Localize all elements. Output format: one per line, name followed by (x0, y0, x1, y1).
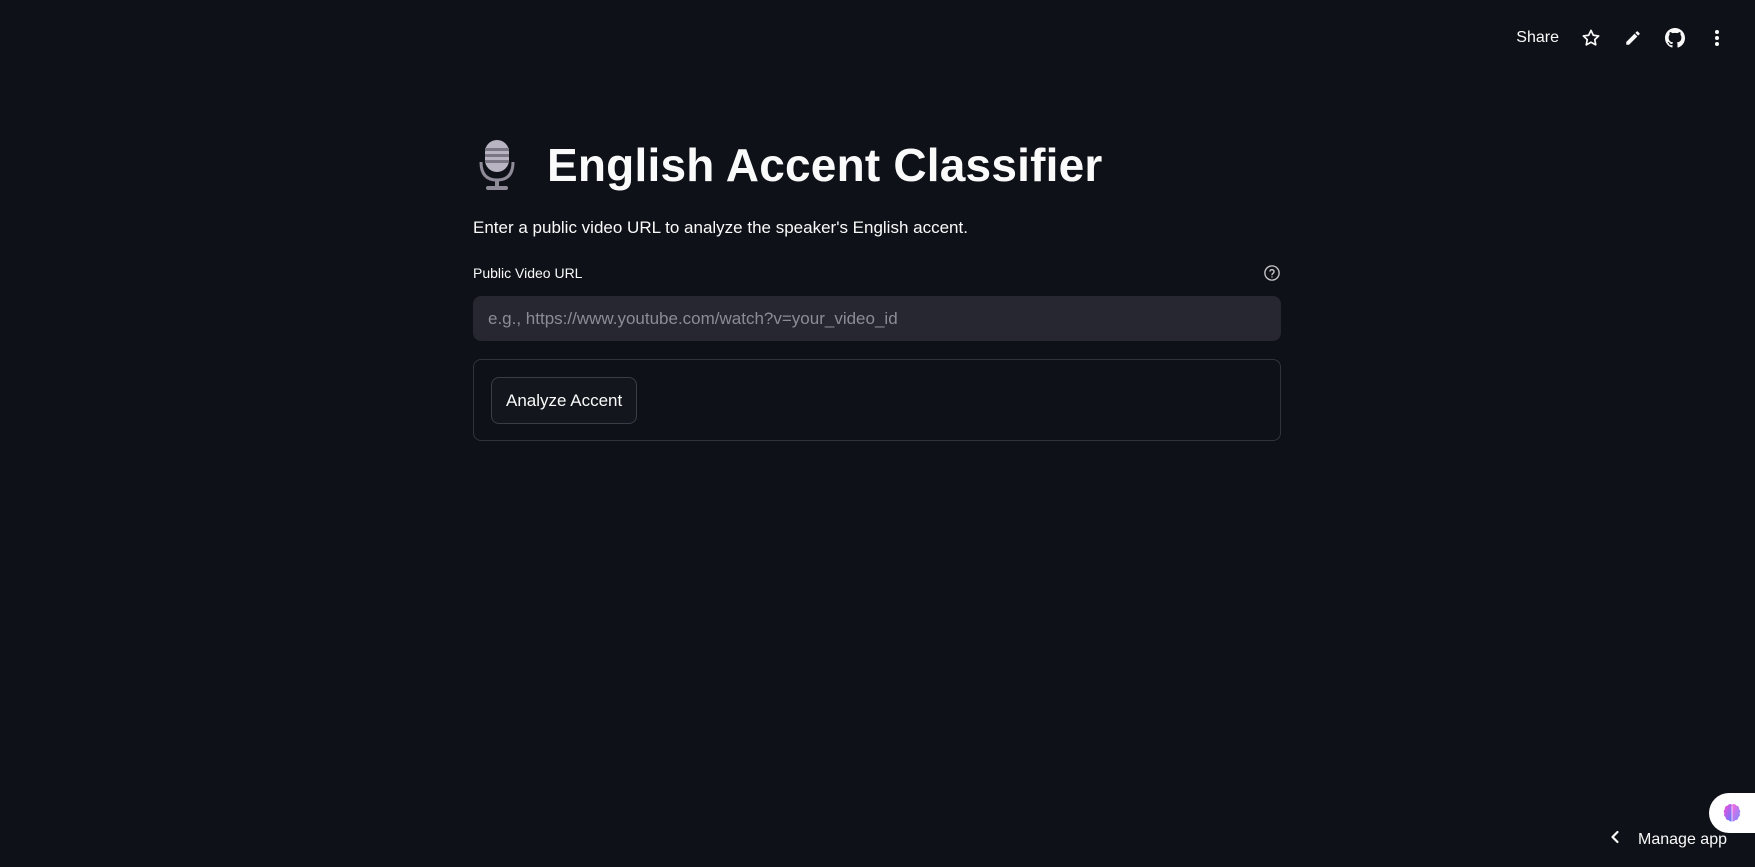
main-content: English Accent Classifier Enter a public… (473, 130, 1281, 441)
help-icon[interactable] (1263, 264, 1281, 282)
page-title: English Accent Classifier (547, 139, 1103, 191)
top-toolbar: Share (1516, 28, 1727, 48)
github-icon[interactable] (1665, 28, 1685, 48)
analyze-accent-button[interactable]: Analyze Accent (491, 377, 638, 424)
url-field-label-row: Public Video URL (473, 262, 1281, 284)
video-url-input[interactable] (473, 296, 1281, 341)
manage-app-label: Manage app (1638, 830, 1727, 848)
page-description: Enter a public video URL to analyze the … (473, 218, 968, 237)
manage-app-button[interactable]: Manage app (1610, 830, 1727, 849)
app-root: Share English Accent Classifier Enter a … (0, 0, 1755, 867)
more-vertical-icon[interactable] (1707, 28, 1727, 48)
brain-icon[interactable] (1709, 793, 1755, 833)
chevron-left-icon (1610, 830, 1620, 849)
star-icon[interactable] (1581, 28, 1601, 48)
analyze-form: Analyze Accent (473, 359, 1281, 441)
share-button[interactable]: Share (1516, 29, 1559, 47)
pencil-icon[interactable] (1623, 28, 1643, 48)
url-field-label: Public Video URL (473, 265, 583, 281)
microphone-icon (473, 137, 521, 193)
title-row: English Accent Classifier (473, 130, 1281, 200)
